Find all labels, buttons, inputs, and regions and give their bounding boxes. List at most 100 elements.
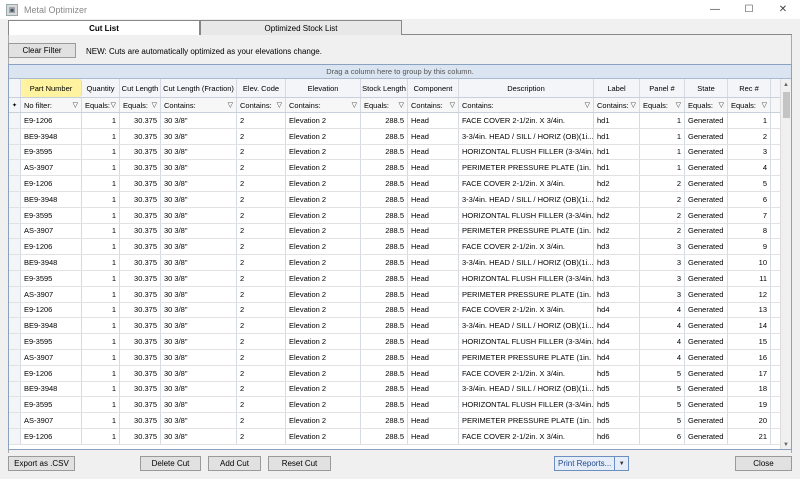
cell-label[interactable]: hd6 — [594, 428, 640, 444]
cell-part-number[interactable]: AS-3907 — [21, 286, 82, 302]
table-row[interactable]: E9-1206 1 30.375 30 3/8" 2 Elevation 2 288.5 He… — [9, 302, 791, 319]
cell-elevation[interactable]: Elevation 2 — [286, 334, 361, 349]
cell-state[interactable]: Generated — [685, 286, 728, 302]
cell-quantity[interactable]: 1 — [82, 128, 120, 144]
cell-description[interactable]: 3-3/4in. HEAD / SILL / HORIZ (OB)(1i... — [459, 381, 594, 397]
cell-quantity[interactable]: 1 — [82, 397, 120, 413]
cell-cut-length[interactable]: 30.375 — [120, 176, 161, 191]
cell-cut-length[interactable]: 30.375 — [120, 113, 161, 128]
cell-rec[interactable]: 13 — [728, 302, 771, 318]
filter-funnel-icon[interactable]: ▽ — [719, 101, 724, 109]
cell-part-number[interactable]: AS-3907 — [21, 413, 82, 428]
cell-description[interactable]: PERIMETER PRESSURE PLATE (1in. GL) — [459, 286, 594, 302]
cell-part-number[interactable]: E9-3595 — [21, 334, 82, 349]
filter-funnel-icon[interactable]: ▽ — [152, 101, 157, 109]
cell-part-number[interactable]: BE9-3948 — [21, 128, 82, 144]
cell-quantity[interactable]: 1 — [82, 349, 120, 365]
cell-cut-length-fraction[interactable]: 30 3/8" — [161, 207, 237, 223]
cell-quantity[interactable]: 1 — [82, 413, 120, 428]
cell-elev-code[interactable]: 2 — [237, 128, 286, 144]
cell-part-number[interactable]: AS-3907 — [21, 349, 82, 365]
cell-label[interactable]: hd3 — [594, 270, 640, 286]
filter-cell-cut-length-fraction[interactable]: Contains: ▽ — [161, 98, 237, 112]
cell-cut-length[interactable]: 30.375 — [120, 207, 161, 223]
cell-elev-code[interactable]: 2 — [237, 239, 286, 255]
cell-part-number[interactable]: BE9-3948 — [21, 381, 82, 397]
cell-cut-length-fraction[interactable]: 30 3/8" — [161, 160, 237, 176]
cell-state[interactable]: Generated — [685, 176, 728, 191]
cell-description[interactable]: HORIZONTAL FLUSH FILLER (3-3/4in... — [459, 207, 594, 223]
cell-label[interactable]: hd5 — [594, 381, 640, 397]
cell-part-number[interactable]: E9-1206 — [21, 365, 82, 381]
cell-stock-length[interactable]: 288.5 — [361, 349, 408, 365]
cell-panel[interactable]: 1 — [640, 113, 685, 128]
cell-quantity[interactable]: 1 — [82, 207, 120, 223]
cell-quantity[interactable]: 1 — [82, 381, 120, 397]
cell-panel[interactable]: 5 — [640, 413, 685, 428]
filter-funnel-icon[interactable]: ▽ — [631, 101, 636, 109]
cell-cut-length[interactable]: 30.375 — [120, 239, 161, 255]
cell-label[interactable]: hd1 — [594, 160, 640, 176]
filter-funnel-icon[interactable]: ▽ — [399, 101, 404, 109]
cell-elevation[interactable]: Elevation 2 — [286, 413, 361, 428]
column-header-rec[interactable]: Rec # — [728, 79, 771, 97]
cell-panel[interactable]: 1 — [640, 128, 685, 144]
cell-elev-code[interactable]: 2 — [237, 207, 286, 223]
cell-description[interactable]: PERIMETER PRESSURE PLATE (1in. GL) — [459, 160, 594, 176]
cell-label[interactable]: hd4 — [594, 349, 640, 365]
cell-quantity[interactable]: 1 — [82, 334, 120, 349]
reset-cut-button[interactable]: Reset Cut — [268, 456, 331, 471]
filter-cell-quantity[interactable]: Equals: ▽ — [82, 98, 120, 112]
cell-cut-length[interactable]: 30.375 — [120, 302, 161, 318]
column-header-cut-length-fraction[interactable]: Cut Length (Fraction) — [161, 79, 237, 97]
cell-label[interactable]: hd3 — [594, 255, 640, 270]
cell-label[interactable]: hd5 — [594, 413, 640, 428]
cell-component[interactable]: Head — [408, 286, 459, 302]
cell-panel[interactable]: 5 — [640, 381, 685, 397]
cell-elevation[interactable]: Elevation 2 — [286, 365, 361, 381]
cell-rec[interactable]: 11 — [728, 270, 771, 286]
cell-elev-code[interactable]: 2 — [237, 349, 286, 365]
cell-elevation[interactable]: Elevation 2 — [286, 381, 361, 397]
cell-label[interactable]: hd5 — [594, 365, 640, 381]
column-header-part-number[interactable]: Part Number — [21, 79, 82, 97]
maximize-button[interactable]: ☐ — [732, 0, 766, 19]
cell-rec[interactable]: 15 — [728, 334, 771, 349]
table-row[interactable]: E9-3595 1 30.375 30 3/8" 2 Elevation 2 288.5 He… — [9, 270, 791, 287]
cell-cut-length-fraction[interactable]: 30 3/8" — [161, 349, 237, 365]
add-cut-button[interactable]: Add Cut — [208, 456, 261, 471]
cell-stock-length[interactable]: 288.5 — [361, 255, 408, 270]
cell-description[interactable]: 3-3/4in. HEAD / SILL / HORIZ (OB)(1i... — [459, 128, 594, 144]
cell-label[interactable]: hd1 — [594, 128, 640, 144]
cell-rec[interactable]: 9 — [728, 239, 771, 255]
cell-panel[interactable]: 4 — [640, 318, 685, 334]
cell-elevation[interactable]: Elevation 2 — [286, 113, 361, 128]
cell-state[interactable]: Generated — [685, 270, 728, 286]
cell-quantity[interactable]: 1 — [82, 286, 120, 302]
table-row[interactable]: E9-1206 1 30.375 30 3/8" 2 Elevation 2 288.5 He… — [9, 365, 791, 382]
cell-panel[interactable]: 3 — [640, 286, 685, 302]
cell-component[interactable]: Head — [408, 239, 459, 255]
cell-quantity[interactable]: 1 — [82, 270, 120, 286]
cell-quantity[interactable]: 1 — [82, 428, 120, 444]
cell-elev-code[interactable]: 2 — [237, 144, 286, 160]
cell-panel[interactable]: 1 — [640, 144, 685, 160]
filter-funnel-icon[interactable]: ▽ — [585, 101, 590, 109]
cell-elev-code[interactable]: 2 — [237, 255, 286, 270]
group-by-panel[interactable]: Drag a column here to group by this colu… — [9, 65, 791, 79]
cell-label[interactable]: hd1 — [594, 144, 640, 160]
table-row[interactable]: E9-3595 1 30.375 30 3/8" 2 Elevation 2 288.5 He… — [9, 397, 791, 414]
cell-state[interactable]: Generated — [685, 128, 728, 144]
cell-elev-code[interactable]: 2 — [237, 286, 286, 302]
cell-description[interactable]: 3-3/4in. HEAD / SILL / HORIZ (OB)(1i... — [459, 318, 594, 334]
column-header-quantity[interactable]: Quantity — [82, 79, 120, 97]
cell-description[interactable]: HORIZONTAL FLUSH FILLER (3-3/4in... — [459, 270, 594, 286]
cell-part-number[interactable]: E9-1206 — [21, 239, 82, 255]
cell-description[interactable]: FACE COVER 2-1/2in. X 3/4in. — [459, 176, 594, 191]
minimize-button[interactable]: — — [698, 0, 732, 19]
cell-stock-length[interactable]: 288.5 — [361, 413, 408, 428]
filter-funnel-icon[interactable]: ▽ — [762, 101, 767, 109]
cell-stock-length[interactable]: 288.5 — [361, 381, 408, 397]
cell-rec[interactable]: 12 — [728, 286, 771, 302]
cell-elev-code[interactable]: 2 — [237, 381, 286, 397]
